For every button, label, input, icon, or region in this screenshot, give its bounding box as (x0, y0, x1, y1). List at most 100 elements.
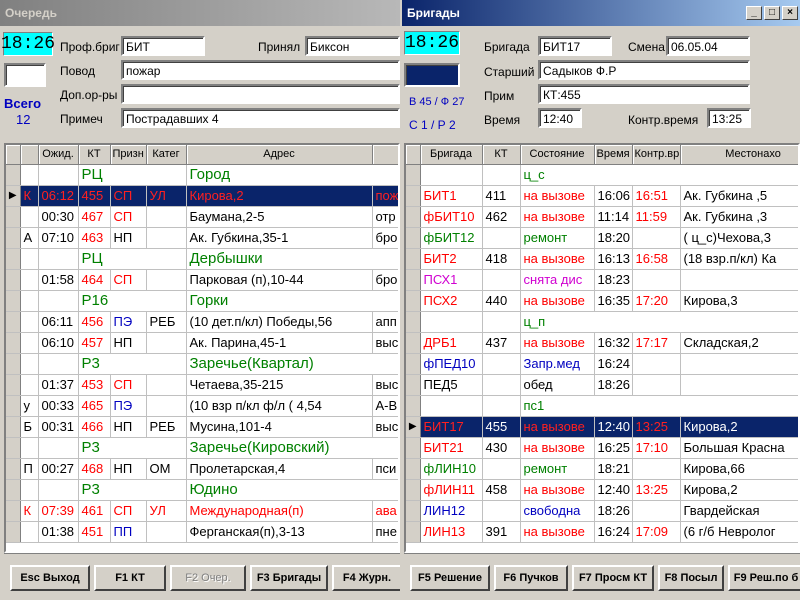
reason-field[interactable]: пожар (121, 60, 400, 80)
view-kt-button[interactable]: F7 Просм КТ (572, 565, 654, 591)
brigade-row[interactable]: ПЕД5 обед 18:26 (406, 374, 798, 396)
brigade-row[interactable]: ДРБ1 437 на вызове 16:32 17:17 Складская,2 (406, 332, 798, 354)
maximize-icon[interactable]: □ (764, 6, 780, 20)
brigades-button[interactable]: F3 Бригады (250, 565, 328, 591)
header-address[interactable]: Адрес (186, 145, 373, 165)
row-kt: 458 (482, 479, 521, 501)
queue-row[interactable]: 06:10 457 НП Ак. Парина,45-1 выс (6, 332, 398, 354)
header-time[interactable]: Время (594, 145, 633, 165)
journal-button[interactable]: F4 Журн. (332, 565, 400, 591)
header-brigade[interactable]: Бригада (420, 145, 483, 165)
shift-field[interactable]: 06.05.04 (666, 36, 750, 56)
brigade-row[interactable]: БИТ2 418 на вызове 16:13 16:58 (18 взр.п/кл) … (406, 248, 798, 270)
row-time: 16:35 (594, 290, 633, 312)
row-brigade: фЛИН11 (420, 479, 483, 501)
kt-button[interactable]: F1 КТ (94, 565, 166, 591)
brigade-row[interactable]: ЛИН12 свободна 18:26 Гвардейская (406, 500, 798, 522)
queue-row[interactable]: Б 00:31 466 НП РЕБ Мусина,101-4 выс (6, 416, 398, 438)
brigade-row[interactable]: БИТ1 411 на вызове 16:06 16:51 Ак. Губкина ,5 (406, 185, 798, 207)
header-kateg[interactable]: Катег (146, 145, 187, 165)
note-field[interactable]: Пострадавших 4 (121, 108, 400, 128)
row-location: Кирова,2 (680, 479, 798, 501)
brig-field[interactable]: БИТ17 (538, 36, 612, 56)
header-kt[interactable]: КТ (482, 145, 521, 165)
queue-row[interactable]: П 00:27 468 НП ОМ Пролетарская,4 пси (6, 458, 398, 480)
queue-row[interactable]: 00:30 467 СП Баумана,2-5 отр (6, 206, 398, 228)
queue-group-row[interactable]: Р16 Горки (6, 290, 398, 312)
row-kateg (146, 227, 187, 249)
row-state: обед (520, 374, 595, 396)
decision-by-brigade-button[interactable]: F9 Реш.по б (728, 565, 800, 591)
row-kt: 437 (482, 332, 521, 354)
queue-row[interactable]: 01:38 451 ПП Ферганская(п),3-13 пне (6, 521, 398, 543)
senior-field[interactable]: Садыков Ф.Р (538, 60, 750, 80)
row-ctrl-time: 17:20 (632, 290, 681, 312)
extra-label: Доп.ор-ры (60, 88, 118, 102)
group-spacer (38, 248, 79, 270)
row-address: (10 взр п/кл ф/л ( 4,54 (186, 395, 373, 417)
queue-row[interactable]: 06:11 456 ПЭ РЕБ (10 дет.п/кл) Победы,56 апп (6, 311, 398, 333)
minimize-icon[interactable]: _ (746, 6, 762, 20)
brigade-row[interactable]: фПЕД10 Запр.мед 16:24 (406, 353, 798, 375)
brigade-row[interactable]: ▶ БИТ17 455 на вызове 12:40 13:25 Кирова,2 (406, 416, 798, 438)
row-indicator: ▶ (6, 185, 21, 207)
header-wait[interactable]: Ожид. (38, 145, 79, 165)
queue-row[interactable]: К 07:39 461 СП УЛ Международная(п) ава (6, 500, 398, 522)
brigade-group-row[interactable]: ц_п (406, 311, 798, 333)
header-prizn[interactable]: Призн (110, 145, 147, 165)
row-indicator (6, 437, 21, 459)
queue-row[interactable]: 01:58 464 СП Парковая (п),10-44 бро (6, 269, 398, 291)
row-extra: пож (372, 185, 398, 207)
header-state[interactable]: Состояние (520, 145, 595, 165)
accepted-field[interactable]: Биксон (305, 36, 400, 56)
extra-field[interactable] (121, 84, 400, 104)
queue-row[interactable]: А 07:10 463 НП Ак. Губкина,35-1 бро (6, 227, 398, 249)
brigade-row[interactable]: ПСХ1 снята дис 18:23 (406, 269, 798, 291)
row-indicator (6, 416, 21, 438)
header-kt[interactable]: КТ (78, 145, 111, 165)
brigade-group-row[interactable]: пс1 (406, 395, 798, 417)
brigade-row[interactable]: ЛИН13 391 на вызове 16:24 17:09 (6 г/б Неврол… (406, 521, 798, 543)
brigade-row[interactable]: фЛИН11 458 на вызове 12:40 13:25 Кирова,2 (406, 479, 798, 501)
row-address: Ак. Губкина,35-1 (186, 227, 373, 249)
queue-row[interactable]: у 00:33 465 ПЭ (10 взр п/кл ф/л ( 4,54 А-В (6, 395, 398, 417)
queue-group-row[interactable]: РЦ Город (6, 164, 398, 186)
queue-group-row[interactable]: Р3 Заречье(Кировский) (6, 437, 398, 459)
row-ctrl-time: 17:17 (632, 332, 681, 354)
time-field[interactable]: 12:40 (538, 108, 582, 128)
row-ctrl-time (632, 374, 681, 396)
queue-group-row[interactable]: Р3 Юдино (6, 479, 398, 501)
queue-row[interactable]: 01:37 453 СП Четаева,35-215 выс (6, 374, 398, 396)
queue-button[interactable]: F2 Очер. (170, 565, 246, 591)
brigade-row[interactable]: фБИТ10 462 на вызове 11:14 11:59 Ак. Губкина … (406, 206, 798, 228)
brigade-row[interactable]: ПСХ2 440 на вызове 16:35 17:20 Кирова,3 (406, 290, 798, 312)
queue-group-row[interactable]: Р3 Заречье(Квартал) (6, 353, 398, 375)
row-indicator (6, 311, 21, 333)
queue-group-row[interactable]: РЦ Дербышки (6, 248, 398, 270)
brigade-row[interactable]: БИТ21 430 на вызове 16:25 17:10 Большая Красн… (406, 437, 798, 459)
decision-button[interactable]: F5 Решение (410, 565, 490, 591)
arrived-field[interactable]: КТ:455 (538, 84, 750, 104)
row-location: Ак. Губкина ,5 (680, 185, 798, 207)
row-kateg (146, 521, 187, 543)
brigades-small-field[interactable] (404, 63, 460, 87)
header-ctrl-time[interactable]: Контр.вр (632, 145, 681, 165)
row-address: Ак. Парина,45-1 (186, 332, 373, 354)
puchkov-button[interactable]: F6 Пучков (494, 565, 568, 591)
group-spacer (420, 311, 483, 333)
queue-row[interactable]: ▶ К 06:12 455 СП УЛ Кирова,2 пож (6, 185, 398, 207)
header-location[interactable]: Местонахо (680, 145, 798, 165)
brigade-group-row[interactable]: ц_с (406, 164, 798, 186)
send-button[interactable]: F8 Посыл (658, 565, 724, 591)
prof-field[interactable]: БИТ (121, 36, 205, 56)
brigade-row[interactable]: фЛИН10 ремонт 18:21 Кирова,66 (406, 458, 798, 480)
queue-small-field[interactable] (4, 63, 46, 87)
exit-button[interactable]: Esc Выход (10, 565, 90, 591)
brigades-titlebar: Бригады _ □ × (402, 0, 800, 26)
header-extra[interactable] (372, 145, 398, 165)
ctrl-time-field[interactable]: 13:25 (707, 108, 751, 128)
row-location: ( ц_с)Чехова,3 (680, 227, 798, 249)
brigade-row[interactable]: фБИТ12 ремонт 18:20 ( ц_с)Чехова,3 (406, 227, 798, 249)
close-icon[interactable]: × (782, 6, 798, 20)
time-label: Время (484, 113, 521, 127)
